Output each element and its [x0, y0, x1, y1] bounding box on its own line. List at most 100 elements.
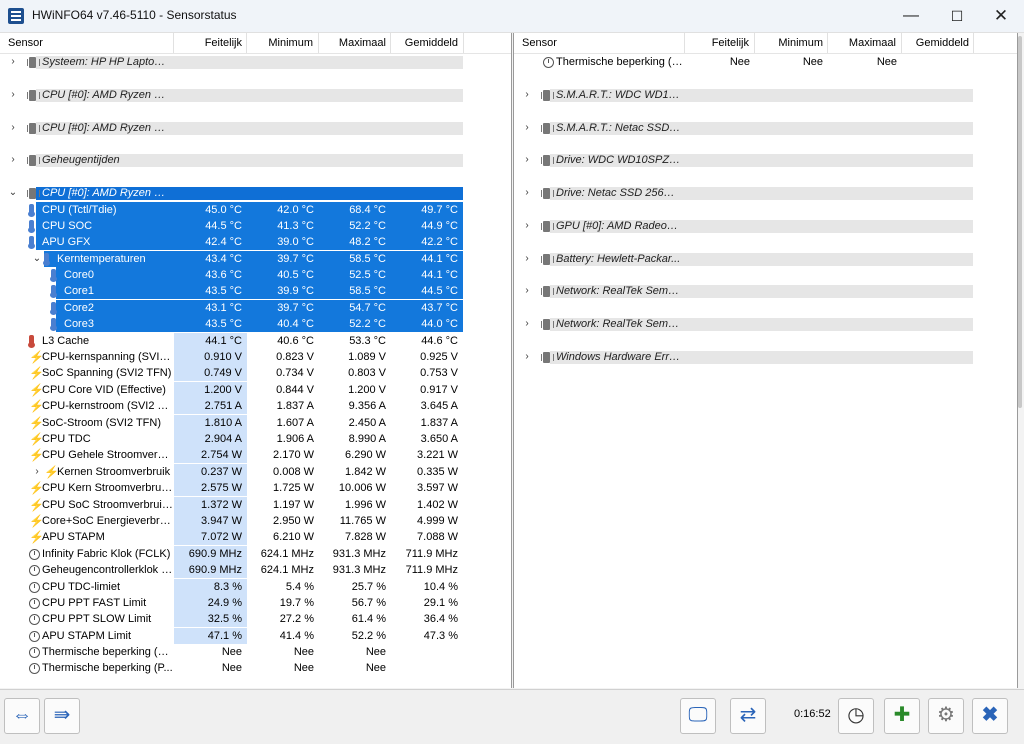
- sensor-group-row[interactable]: › Battery: Hewlett-Packar...: [514, 251, 1017, 267]
- chip-icon: [27, 89, 40, 101]
- sensor-row[interactable]: › ⚡ Kernen Stroomverbruik 0.237 W 0.008 W 1.8…: [0, 463, 511, 480]
- sensor-group-row[interactable]: › Drive: WDC WD10SPZX-...: [514, 152, 1017, 168]
- sensor-row[interactable]: CPU SOC 44.5 °C 41.3 °C 52.2 °C 44.9 °C: [0, 217, 511, 234]
- clock-icon: [29, 548, 40, 560]
- add-report-icon[interactable]: ✚: [884, 698, 920, 734]
- sensor-row[interactable]: Geheugencontrollerklok (... 690.9 MHz 624.…: [0, 562, 511, 579]
- sensor-group-row[interactable]: ⌄ CPU [#0]: AMD Ryzen 7 ...: [0, 185, 511, 201]
- column-header-minimum[interactable]: Minimum: [247, 37, 313, 49]
- close-sensors-icon[interactable]: ✖: [972, 698, 1008, 734]
- expand-chevron-icon[interactable]: ›: [522, 185, 532, 201]
- sensor-row[interactable]: Infinity Fabric Klok (FCLK) 690.9 MHz 624.…: [0, 545, 511, 562]
- network-icon[interactable]: ⇄: [730, 698, 766, 734]
- sensor-row[interactable]: Thermische beperking (H... Nee Nee Nee: [0, 644, 511, 660]
- column-header-average[interactable]: Gemiddeld: [391, 37, 458, 49]
- expand-chevron-icon[interactable]: ›: [522, 120, 532, 136]
- sensor-row[interactable]: ⚡ CPU Kern Stroomverbruik... 2.575 W 1.725 …: [0, 480, 511, 497]
- column-header-sensor[interactable]: Sensor: [8, 37, 43, 49]
- sensor-row[interactable]: Thermische beperking (P... Nee Nee Nee: [514, 54, 1017, 70]
- expand-chevron-icon[interactable]: ›: [8, 87, 18, 103]
- sensor-pane-left[interactable]: Sensor Feitelijk Minimum Maximaal Gemidd…: [0, 33, 512, 688]
- close-window-button[interactable]: ✕: [978, 0, 1024, 32]
- sensor-row[interactable]: CPU PPT FAST Limit 24.9 % 19.7 % 56.7 % 29.1…: [0, 594, 511, 611]
- sensor-row[interactable]: Thermische beperking (P... Nee Nee Nee: [0, 660, 511, 676]
- sensor-row[interactable]: Core2 43.1 °C 39.7 °C 54.7 °C 43.7 °C: [0, 299, 511, 316]
- sensor-row[interactable]: Core3 43.5 °C 40.4 °C 52.2 °C 44.0 °C: [0, 316, 511, 333]
- column-header-sensor[interactable]: Sensor: [522, 37, 557, 49]
- sensor-row[interactable]: ⌄ Kerntemperaturen 43.4 °C 39.7 °C 58.5 °C 44…: [0, 250, 511, 267]
- sensor-row[interactable]: Core0 43.6 °C 40.5 °C 52.5 °C 44.1 °C: [0, 267, 511, 284]
- sensor-row[interactable]: ⚡ CPU-kernstroom (SVI2 TFN) 2.751 A 1.837 A…: [0, 398, 511, 415]
- sensor-row[interactable]: CPU PPT SLOW Limit 32.5 % 27.2 % 61.4 % 36.4…: [0, 611, 511, 628]
- sensor-group-row[interactable]: › GPU [#0]: AMD Radeon ...: [514, 218, 1017, 234]
- nav-arrows-skip-icon[interactable]: ⇛: [44, 698, 80, 734]
- sensor-group-name: Drive: WDC WD10SPZX-...: [556, 154, 681, 167]
- average-value: 49.7 °C: [421, 203, 458, 216]
- monitor-icon[interactable]: 🖵: [680, 698, 716, 734]
- sensor-row[interactable]: CPU (Tctl/Tdie) 45.0 °C 42.0 °C 68.4 °C 49.7…: [0, 201, 511, 218]
- expand-chevron-icon[interactable]: ›: [522, 349, 532, 365]
- minimum-value: 1.197 W: [273, 498, 314, 511]
- nav-arrows-icon[interactable]: ⇔: [4, 698, 40, 734]
- sensor-group-row[interactable]: › Geheugentijden: [0, 152, 511, 168]
- sensor-group-row[interactable]: › Systeem: HP HP Laptop ...: [0, 54, 511, 70]
- expand-chevron-icon[interactable]: ›: [8, 120, 18, 136]
- sensor-row[interactable]: Core1 43.5 °C 39.9 °C 58.5 °C 44.5 °C: [0, 283, 511, 300]
- expand-chevron-icon[interactable]: ›: [32, 464, 42, 480]
- sensor-row[interactable]: ⚡ APU STAPM 7.072 W 6.210 W 7.828 W 7.088 W: [0, 529, 511, 546]
- column-header-current[interactable]: Feitelijk: [174, 37, 242, 49]
- minimum-value: 624.1 MHz: [260, 547, 314, 560]
- sensor-pane-right[interactable]: Sensor Feitelijk Minimum Maximaal Gemidd…: [513, 33, 1018, 688]
- column-header-current[interactable]: Feitelijk: [685, 37, 749, 49]
- expand-chevron-icon[interactable]: ›: [522, 283, 532, 299]
- minimize-button[interactable]: —: [888, 0, 934, 32]
- column-header-maximum[interactable]: Maximaal: [319, 37, 386, 49]
- current-value: Nee: [221, 662, 242, 675]
- chip-icon: [27, 155, 40, 167]
- expand-chevron-icon[interactable]: ›: [522, 251, 532, 267]
- column-header-average[interactable]: Gemiddeld: [902, 37, 969, 49]
- sensor-group-row[interactable]: › CPU [#0]: AMD Ryzen 7 ...: [0, 87, 511, 103]
- sensor-name: CPU Core VID (Effective): [42, 383, 166, 396]
- minimum-value: 624.1 MHz: [260, 564, 314, 577]
- sensor-group-row[interactable]: › Drive: Netac SSD 256GB ...: [514, 185, 1017, 201]
- sensor-row[interactable]: CPU TDC-limiet 8.3 % 5.4 % 25.7 % 10.4 %: [0, 578, 511, 595]
- sensor-name: CPU SoC Stroomverbruik ...: [42, 498, 173, 511]
- sensor-row[interactable]: ⚡ CPU TDC 2.904 A 1.906 A 8.990 A 3.650 A: [0, 430, 511, 447]
- expand-chevron-icon[interactable]: ›: [522, 218, 532, 234]
- sensor-row[interactable]: ⚡ CPU SoC Stroomverbruik ... 1.372 W 1.197 …: [0, 496, 511, 513]
- sensor-row[interactable]: ⚡ CPU Core VID (Effective) 1.200 V 0.844 V 1…: [0, 381, 511, 398]
- expand-chevron-icon[interactable]: ›: [522, 87, 532, 103]
- sensor-group-row[interactable]: › Network: RealTek Semico...: [514, 283, 1017, 299]
- column-header-minimum[interactable]: Minimum: [755, 37, 823, 49]
- spacer-row: [514, 70, 1017, 86]
- current-value: 2.754 W: [201, 449, 242, 462]
- sensor-row[interactable]: ⚡ Core+SoC Energieverbru... 3.947 W 2.950 W…: [0, 512, 511, 529]
- scrollbar[interactable]: [1018, 36, 1022, 408]
- expand-chevron-icon[interactable]: ›: [522, 316, 532, 332]
- settings-gear-icon[interactable]: ⚙: [928, 698, 964, 734]
- expand-chevron-icon[interactable]: ›: [522, 152, 532, 168]
- maximize-button[interactable]: ☐: [934, 0, 980, 32]
- sensor-row[interactable]: APU GFX 42.4 °C 39.0 °C 48.2 °C 42.2 °C: [0, 234, 511, 251]
- average-value: 711.9 MHz: [405, 564, 458, 577]
- sensor-row[interactable]: ⚡ CPU Gehele Stroomverbruik 2.754 W 2.170 W…: [0, 447, 511, 464]
- thermometer-icon: [50, 301, 57, 315]
- sensor-row[interactable]: L3 Cache 44.1 °C 40.6 °C 53.3 °C 44.6 °C: [0, 332, 511, 349]
- lightning-bolt-icon: ⚡: [29, 415, 44, 430]
- sensor-row[interactable]: ⚡ CPU-kernspanning (SVI2 ... 0.910 V 0.823 …: [0, 349, 511, 366]
- sensor-row[interactable]: ⚡ SoC Spanning (SVI2 TFN) 0.749 V 0.734 V 0.…: [0, 365, 511, 382]
- clock-reset-icon[interactable]: ◷: [838, 698, 874, 734]
- column-header-maximum[interactable]: Maximaal: [828, 37, 896, 49]
- sensor-group-row[interactable]: › Network: RealTek Semico...: [514, 316, 1017, 332]
- sensor-group-row[interactable]: › CPU [#0]: AMD Ryzen 7 ...: [0, 120, 511, 136]
- sensor-row[interactable]: APU STAPM Limit 47.1 % 41.4 % 52.2 % 47.3 %: [0, 627, 511, 644]
- sensor-group-row[interactable]: › S.M.A.R.T.: WDC WD10...: [514, 87, 1017, 103]
- sensor-group-row[interactable]: › Windows Hardware Error...: [514, 349, 1017, 365]
- sensor-row[interactable]: ⚡ SoC-Stroom (SVI2 TFN) 1.810 A 1.607 A 2.45…: [0, 414, 511, 431]
- expand-chevron-icon[interactable]: ⌄: [32, 251, 42, 267]
- expand-chevron-icon[interactable]: ⌄: [8, 185, 18, 201]
- expand-chevron-icon[interactable]: ›: [8, 152, 18, 168]
- expand-chevron-icon[interactable]: ›: [8, 54, 18, 70]
- sensor-group-row[interactable]: › S.M.A.R.T.: Netac SSD 2...: [514, 120, 1017, 136]
